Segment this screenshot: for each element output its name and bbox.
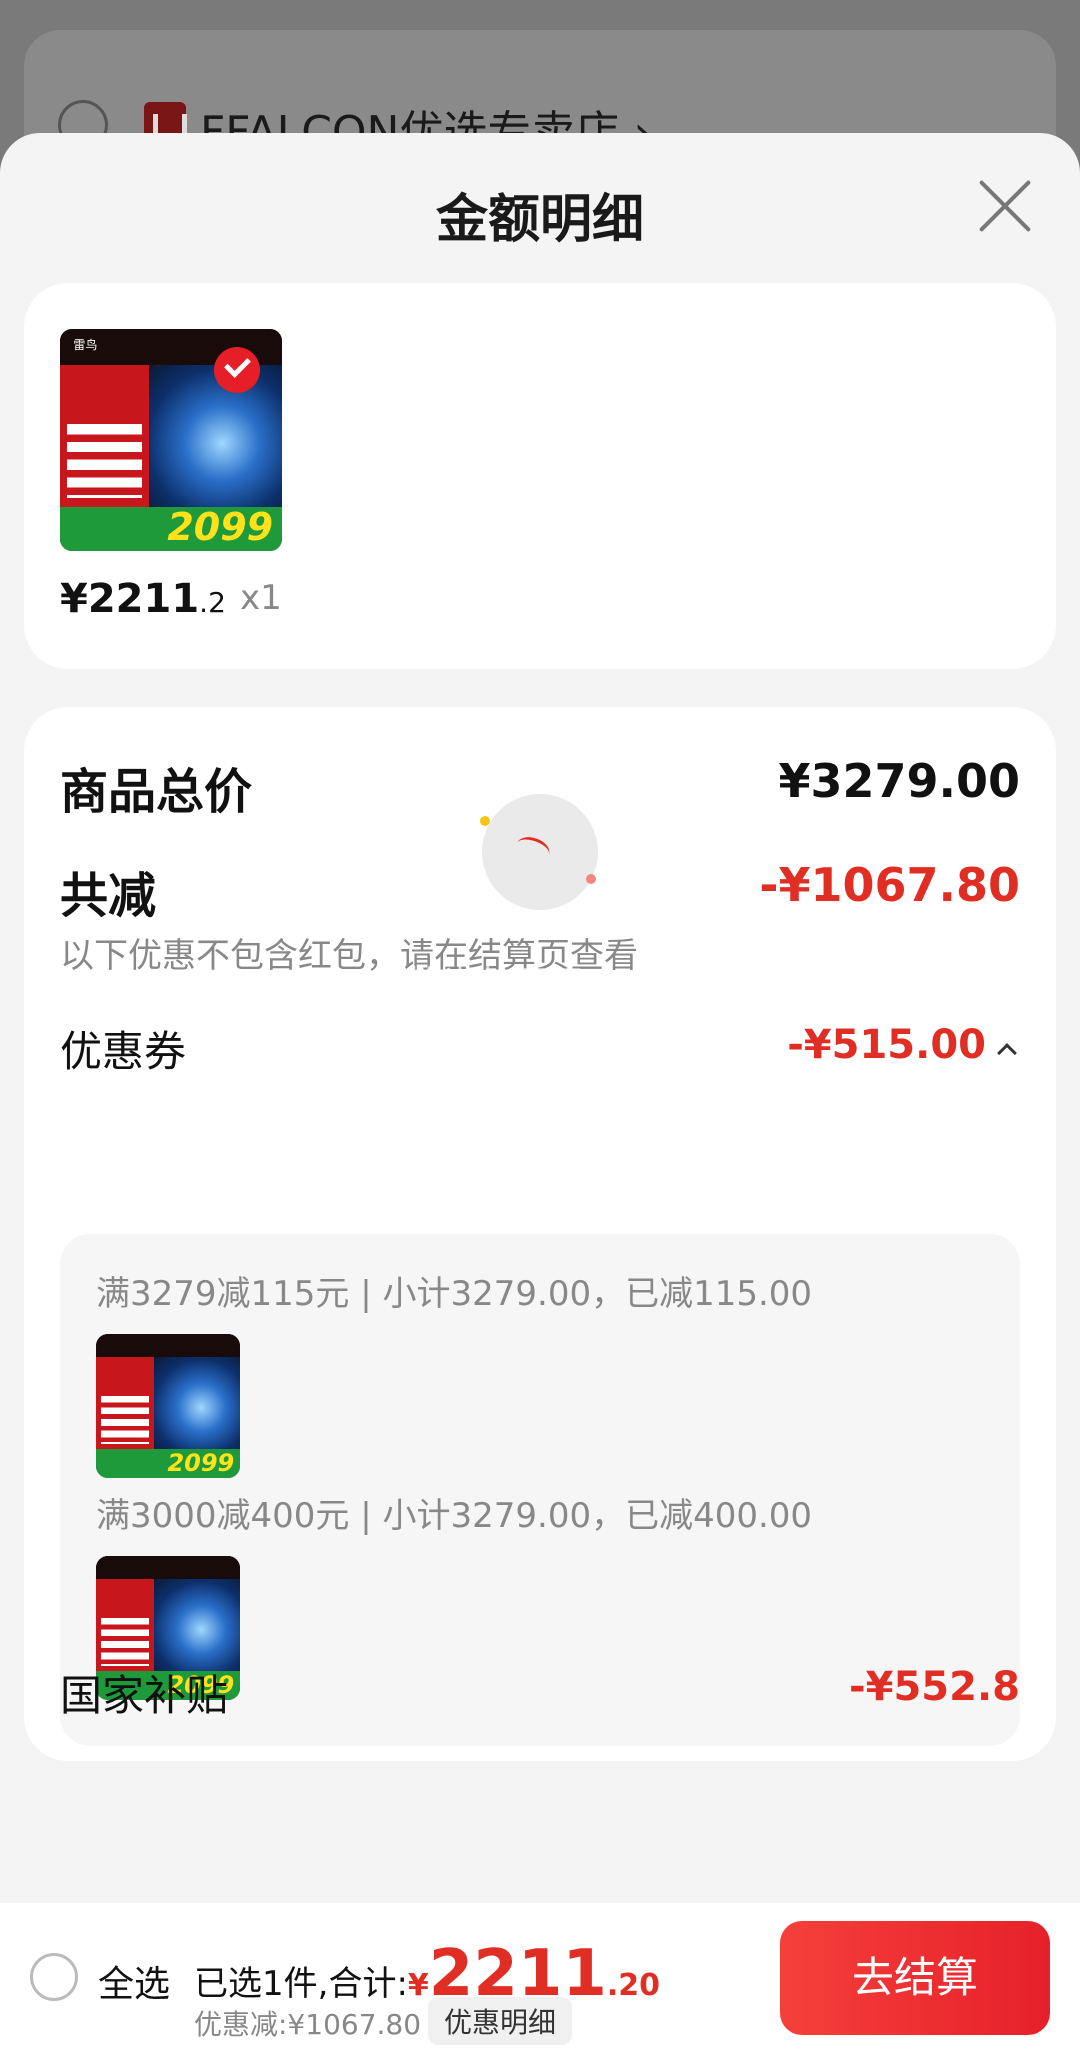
selected-text: 已选1件,合计:	[194, 1964, 408, 2004]
discount-text: 优惠减:¥1067.80	[194, 2008, 422, 2041]
coupon-label: 优惠券	[60, 1027, 187, 1076]
product-thumbnail[interactable]: 雷鸟 2099	[60, 329, 282, 551]
select-all-radio[interactable]	[30, 1953, 78, 2001]
chevron-up-icon	[997, 1043, 1017, 1063]
loading-spinner	[480, 794, 598, 910]
coupon-value: -¥515.00	[787, 1022, 986, 1068]
national-subsidy-label: 国家补贴	[60, 1671, 229, 1720]
national-subsidy-value: -¥552.8	[849, 1664, 1020, 1710]
total-summary: 已选1件,合计:¥2211.20	[194, 1937, 661, 2011]
coupon-rule-1: 满3279减115元 | 小计3279.00，已减115.00	[96, 1274, 813, 1314]
total-reduce-label: 共减	[60, 868, 157, 924]
total-reduce-value: -¥1067.80	[759, 858, 1020, 912]
discount-detail-button[interactable]: 优惠明细	[428, 1997, 573, 2045]
thumb-price-text: 2099	[167, 1448, 235, 1477]
checkout-bar: 全选 已选1件,合计:¥2211.20 优惠减:¥1067.80 优惠明细 去结…	[0, 1903, 1080, 2053]
coupon-product-thumbnail-1: 2099	[96, 1334, 240, 1478]
total-price-label: 商品总价	[60, 764, 253, 820]
thumb-price-text: 2099	[167, 504, 274, 549]
amount-detail-sheet: 金额明细 雷鸟 2099 满3279减115元 | 小计3279.00，已减11…	[0, 133, 1080, 2053]
coupon-toggle[interactable]: -¥515.00	[787, 1022, 1017, 1068]
checkout-button[interactable]: 去结算	[780, 1921, 1050, 2035]
total-price-value: ¥3279.00	[778, 754, 1020, 808]
watermark-text: 拾光的日子	[406, 964, 587, 1005]
sheet-title: 金额明细	[435, 190, 644, 250]
thumb-brand-text: 雷鸟	[73, 337, 98, 352]
select-all-label[interactable]: 全选	[98, 1955, 170, 2007]
selected-check-icon	[213, 346, 260, 393]
close-icon[interactable]	[976, 177, 1034, 235]
product-price: ¥2211.2	[60, 576, 226, 622]
total-amount-dec: .20	[606, 1968, 661, 2003]
coupon-rule-2: 满3000减400元 | 小计3279.00，已减400.00	[96, 1496, 813, 1536]
product-quantity: x1	[240, 578, 282, 618]
